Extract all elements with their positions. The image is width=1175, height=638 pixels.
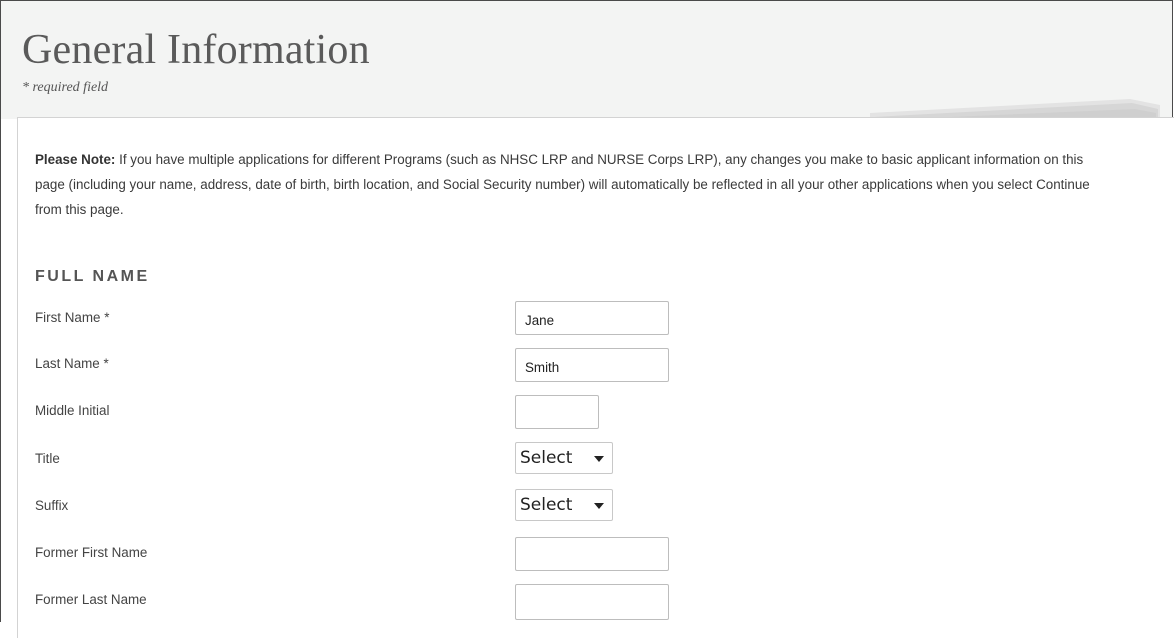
title-label: Title [35,451,60,466]
last-name-label: Last Name * [35,356,109,371]
first-name-input[interactable] [515,301,669,335]
required-field-note: * required field [22,80,109,95]
suffix-select-value: Select [520,495,573,515]
please-note-body: If you have multiple applications for di… [35,152,1090,217]
please-note-text: Please Note: If you have multiple applic… [35,147,1115,222]
title-select[interactable]: Select [515,442,613,474]
first-name-label: First Name * [35,310,110,325]
chevron-down-icon [594,456,604,462]
former-first-name-input[interactable] [515,537,669,571]
suffix-select[interactable]: Select [515,489,613,521]
title-select-value: Select [520,448,573,468]
full-name-heading: FULL NAME [35,268,150,285]
former-last-name-label: Former Last Name [35,592,147,607]
chevron-down-icon [594,503,604,509]
former-last-name-input[interactable] [515,584,669,620]
former-first-name-label: Former First Name [35,545,148,560]
middle-initial-label: Middle Initial [35,403,110,418]
last-name-input[interactable] [515,348,669,382]
page-title: General Information [22,27,370,73]
middle-initial-input[interactable] [515,395,599,429]
suffix-label: Suffix [35,498,69,513]
please-note-lead: Please Note: [35,152,116,167]
